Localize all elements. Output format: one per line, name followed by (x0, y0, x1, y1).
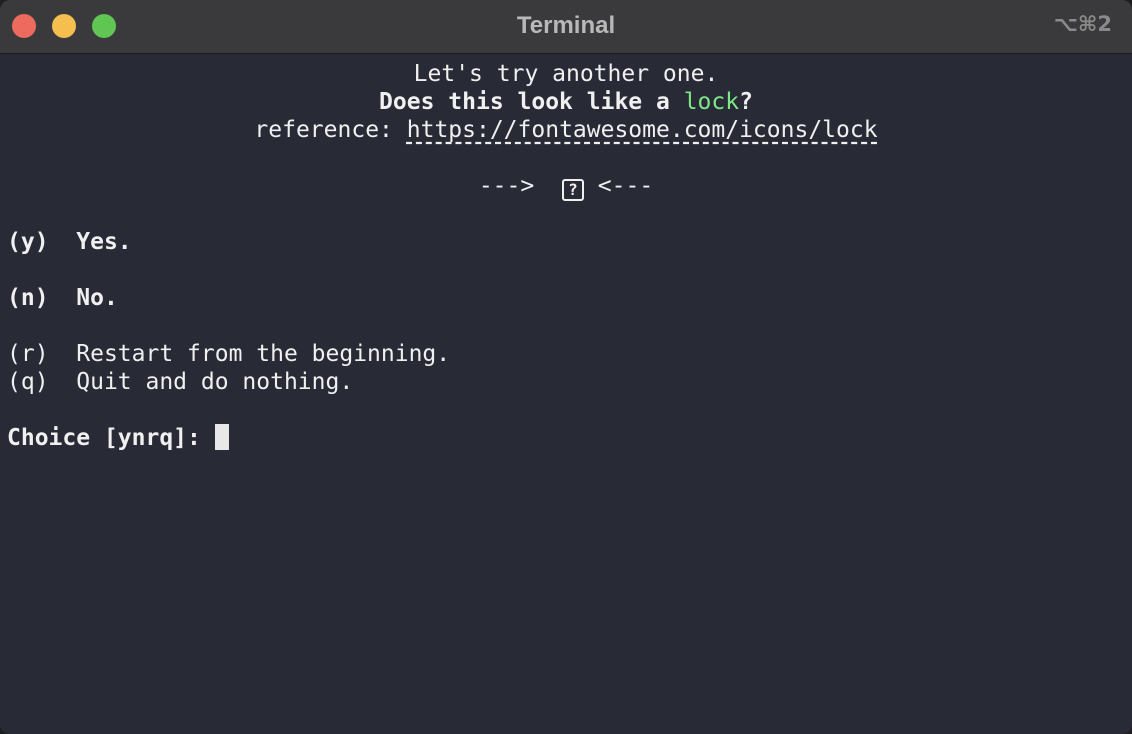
text-cursor (214, 424, 229, 450)
window-shortcut: ⌥⌘2 (1053, 12, 1112, 36)
option-text: Yes. (76, 229, 132, 255)
option-quit: (q) Quit and do nothing. (7, 368, 353, 396)
window-title: Terminal (516, 12, 616, 39)
option-no: (n) No. (7, 284, 118, 312)
question-prefix: Does this look like a (379, 89, 684, 115)
reference-line: reference: https://fontawesome.com/icons… (0, 116, 1132, 144)
option-text: Restart from the beginning. (76, 341, 451, 367)
option-key: (n) (7, 285, 49, 311)
reference-label: reference: (254, 117, 407, 143)
missing-glyph-icon: ? (561, 179, 584, 201)
question-icon-name: lock (683, 89, 740, 115)
option-text: No. (76, 285, 118, 311)
arrow-left: ---> (478, 173, 535, 199)
option-yes: (y) Yes. (7, 228, 132, 256)
icon-preview-line: ---> ? <--- (0, 172, 1132, 201)
question-suffix: ? (739, 89, 753, 115)
option-key: (y) (7, 229, 49, 255)
choice-prompt-line[interactable]: Choice [ynrq]: (7, 424, 229, 452)
arrow-right: <--- (597, 173, 654, 199)
title-bar[interactable]: Terminal ⌥⌘2 (0, 0, 1132, 54)
reference-link[interactable]: https://fontawesome.com/icons/lock (407, 117, 878, 143)
terminal-content[interactable]: Let's try another one. Does this look li… (0, 54, 1132, 734)
choice-prompt: Choice [ynrq]: (7, 425, 215, 451)
option-restart: (r) Restart from the beginning. (7, 340, 450, 368)
option-key: (r) (7, 341, 49, 367)
question-line: Does this look like a lock? (0, 88, 1132, 116)
option-text: Quit and do nothing. (76, 369, 354, 395)
option-key: (q) (7, 369, 49, 395)
terminal-window: Terminal ⌥⌘2 Let's try another one. Does… (0, 0, 1132, 734)
intro-line: Let's try another one. (413, 61, 719, 87)
